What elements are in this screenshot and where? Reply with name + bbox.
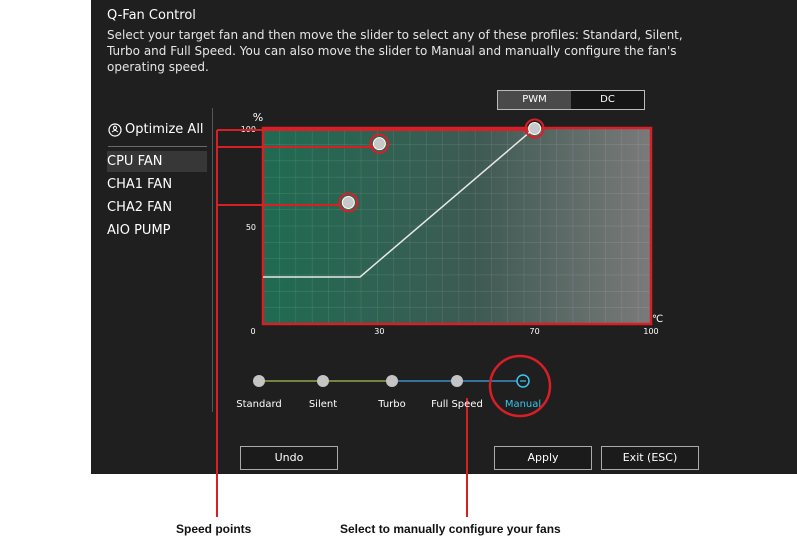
x-tick-label: 70 xyxy=(530,327,540,336)
x-unit-label: ℃ xyxy=(652,314,663,325)
x-tick-layer: 0 30 70 100 xyxy=(250,327,658,336)
profile-knob[interactable] xyxy=(451,375,463,387)
profile-knob[interactable] xyxy=(386,375,398,387)
x-tick-label: 100 xyxy=(643,327,658,336)
manual-caption: Select to manually configure your fans xyxy=(340,522,561,536)
y-unit-label: % xyxy=(253,111,263,124)
profile-label: Full Speed xyxy=(431,399,483,410)
x-tick-label: 0 xyxy=(250,327,255,336)
profile-knob[interactable] xyxy=(253,375,265,387)
undo-button[interactable]: Undo xyxy=(240,446,338,470)
y-tick-label: 50 xyxy=(246,223,256,232)
speed-points-caption: Speed points xyxy=(176,522,252,536)
speed-point[interactable] xyxy=(524,118,545,139)
profile-knob[interactable] xyxy=(317,375,329,387)
speed-point[interactable] xyxy=(338,192,359,213)
plot-grid xyxy=(263,128,651,324)
profile-label: Manual xyxy=(505,399,541,410)
speed-point[interactable] xyxy=(369,133,390,154)
profile-label: Silent xyxy=(309,399,337,410)
x-tick-label: 30 xyxy=(374,327,384,336)
profile-label: Standard xyxy=(236,399,282,410)
y-tick-layer: 10050 xyxy=(241,125,256,232)
profile-label: Turbo xyxy=(377,399,406,410)
exit-button[interactable]: Exit (ESC) xyxy=(601,446,699,470)
apply-button[interactable]: Apply xyxy=(494,446,592,470)
